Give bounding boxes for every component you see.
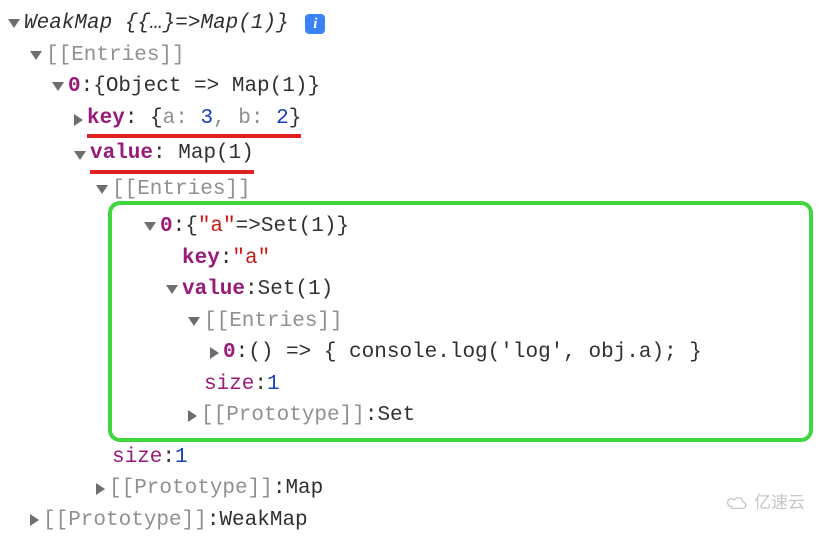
inner-entry-key-literal: "a" — [198, 211, 236, 243]
entry-0-row[interactable]: 0 : {Object => Map(1)} — [8, 71, 813, 103]
key-label: key — [87, 107, 125, 130]
inner-entry-index: 0 — [160, 211, 173, 243]
set-proto-row[interactable]: [[Prototype]] : Set — [122, 400, 799, 432]
weakmap-proto-value: WeakMap — [219, 505, 307, 537]
set-size-label: size — [204, 369, 254, 401]
set-entry-value: () => { console.log('log', obj.a); } — [248, 337, 702, 369]
chevron-down-icon[interactable] — [144, 222, 156, 231]
root-header[interactable]: WeakMap {{…} => Map(1)} i — [8, 8, 813, 40]
map-proto-value: Map — [285, 473, 323, 505]
inner-value-summary: Set(1) — [258, 274, 334, 306]
info-icon[interactable]: i — [305, 14, 325, 34]
key-a-val: 3 — [200, 107, 213, 130]
set-proto-label: [[Prototype]] — [201, 400, 365, 432]
inner-value-row[interactable]: value : Set(1) — [122, 274, 799, 306]
chevron-down-icon[interactable] — [188, 317, 200, 326]
highlighted-group: 0 : { "a" => Set(1) } key : "a" value : … — [108, 201, 813, 442]
entry-0-value-row[interactable]: value: Map(1) — [8, 138, 813, 174]
inner-key-label: key — [182, 243, 220, 275]
entry-0-key-row[interactable]: key: {a: 3, b: 2} — [8, 103, 813, 139]
root-type: WeakMap — [24, 8, 112, 40]
entry-summary: {Object => Map(1)} — [93, 71, 320, 103]
set-entry-index: 0 — [223, 337, 236, 369]
set-size-value: 1 — [267, 369, 280, 401]
key-b-val: 2 — [276, 107, 289, 130]
entry-index: 0 — [68, 71, 81, 103]
inner-entries-label: [[Entries]] — [112, 174, 251, 206]
set-entries-label: [[Entries]] — [204, 306, 343, 338]
chevron-down-icon[interactable] — [166, 285, 178, 294]
set-proto-value: Set — [377, 400, 415, 432]
inner-key-row[interactable]: key : "a" — [122, 243, 799, 275]
root-summary-close: Map(1)} — [200, 8, 288, 40]
key-b-label: b — [238, 107, 251, 130]
root-summary-arrow: => — [175, 8, 200, 40]
inner-entry-0-row[interactable]: 0 : { "a" => Set(1) } — [122, 211, 799, 243]
set-size-row[interactable]: size : 1 — [122, 369, 799, 401]
value-label: value — [90, 142, 153, 165]
chevron-down-icon[interactable] — [30, 51, 42, 60]
map-size-value: 1 — [175, 442, 188, 474]
watermark: 亿速云 — [724, 490, 805, 516]
watermark-text: 亿速云 — [754, 490, 805, 516]
map-size-row[interactable]: size : 1 — [8, 442, 813, 474]
map-proto-label: [[Prototype]] — [109, 473, 273, 505]
chevron-right-icon[interactable] — [74, 114, 83, 126]
weakmap-proto-label: [[Prototype]] — [43, 505, 207, 537]
chevron-down-icon[interactable] — [74, 151, 86, 160]
map-proto-row[interactable]: [[Prototype]] : Map — [8, 473, 813, 505]
inner-value-label: value — [182, 274, 245, 306]
chevron-down-icon[interactable] — [52, 82, 64, 91]
weakmap-proto-row[interactable]: [[Prototype]] : WeakMap — [8, 505, 813, 537]
root-summary-open: {{…} — [125, 8, 175, 40]
set-entries-row[interactable]: [[Entries]] — [122, 306, 799, 338]
entries-label: [[Entries]] — [46, 40, 185, 72]
value-summary: Map(1) — [178, 142, 254, 165]
map-size-label: size — [112, 442, 162, 474]
entries-row[interactable]: [[Entries]] — [8, 40, 813, 72]
chevron-down-icon[interactable] — [8, 19, 20, 28]
key-a-label: a — [163, 107, 176, 130]
chevron-right-icon[interactable] — [188, 410, 197, 422]
inner-key-value: "a" — [232, 243, 270, 275]
chevron-down-icon[interactable] — [96, 185, 108, 194]
cloud-icon — [724, 494, 750, 511]
inner-entry-value-type: Set(1) — [261, 211, 337, 243]
chevron-right-icon[interactable] — [30, 514, 39, 526]
set-entry-0-row[interactable]: 0 : () => { console.log('log', obj.a); } — [122, 337, 799, 369]
chevron-right-icon[interactable] — [96, 483, 105, 495]
chevron-right-icon[interactable] — [210, 347, 219, 359]
